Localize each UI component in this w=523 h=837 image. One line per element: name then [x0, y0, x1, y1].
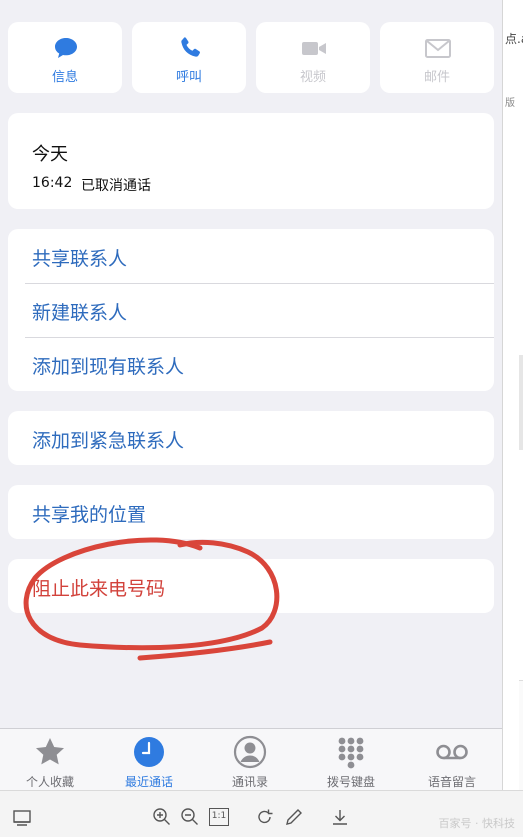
video-label: 视频: [299, 70, 326, 85]
keypad-icon: [338, 737, 364, 769]
tab-contacts-label: 通讯录: [231, 775, 268, 789]
side-text-1: 点.a: [505, 32, 523, 46]
zoom-in-icon[interactable]: [152, 807, 172, 827]
download-icon[interactable]: [330, 807, 350, 827]
side-thumbnail: [519, 355, 523, 450]
tab-recents-label: 最近通话: [124, 775, 173, 789]
share-my-location-button[interactable]: 共享我的位置: [32, 500, 146, 527]
tab-keypad-label: 拨号键盘: [326, 775, 375, 789]
sidebar-toggle-icon[interactable]: [12, 807, 32, 827]
add-emergency-contact-button[interactable]: 添加到紧急联系人: [32, 426, 184, 453]
side-footer: [519, 680, 523, 790]
video-camera-icon: [302, 42, 326, 55]
person-circle-icon: [233, 735, 267, 769]
divider: [25, 337, 494, 338]
tab-contacts[interactable]: 通讯录: [200, 729, 300, 790]
contact-options-card: 共享联系人 新建联系人 添加到现有联系人: [8, 229, 494, 391]
divider: [25, 283, 494, 284]
mail-button[interactable]: 邮件: [380, 22, 494, 93]
tab-voicemail[interactable]: 语音留言: [402, 729, 502, 790]
call-time: 16:42: [32, 175, 73, 191]
rotate-icon[interactable]: [255, 807, 275, 827]
tab-keypad[interactable]: 拨号键盘: [301, 729, 401, 790]
voicemail-icon: [436, 744, 468, 760]
message-label: 信息: [51, 70, 78, 85]
recent-call-card: 今天 16:42 已取消通话: [8, 113, 494, 209]
image-viewer-toolbar: 1:1 百家号 · 快科技: [0, 790, 523, 837]
zoom-out-icon[interactable]: [180, 807, 200, 827]
call-label: 呼叫: [175, 70, 202, 85]
video-button[interactable]: 视频: [256, 22, 370, 93]
tab-bar: 个人收藏 最近通话 通讯录 拨号键盘 语音留言: [0, 728, 502, 790]
mail-envelope-icon: [425, 39, 451, 58]
call-day: 今天: [32, 144, 68, 165]
block-card: 阻止此来电号码: [8, 559, 494, 613]
tab-favorites-label: 个人收藏: [25, 775, 74, 789]
star-icon: [36, 738, 64, 765]
call-button[interactable]: 呼叫: [132, 22, 246, 93]
share-contact-button[interactable]: 共享联系人: [32, 244, 127, 271]
mail-label: 邮件: [423, 70, 450, 85]
add-to-existing-contact-button[interactable]: 添加到现有联系人: [32, 352, 184, 379]
block-caller-button[interactable]: 阻止此来电号码: [32, 574, 165, 601]
new-contact-button[interactable]: 新建联系人: [32, 298, 127, 325]
contact-action-bar: 信息 呼叫 视频 邮件: [8, 22, 494, 93]
share-location-card: 共享我的位置: [8, 485, 494, 539]
actual-size-button[interactable]: 1:1: [209, 808, 229, 826]
tab-recents[interactable]: 最近通话: [99, 729, 199, 790]
watermark: 百家号 · 快科技: [438, 817, 516, 830]
side-panel: 点.a 版: [502, 0, 523, 790]
message-button[interactable]: 信息: [8, 22, 122, 93]
message-bubble-icon: [55, 38, 77, 58]
emergency-card: 添加到紧急联系人: [8, 411, 494, 465]
edit-pencil-icon[interactable]: [284, 807, 304, 827]
phone-screen: 信息 呼叫 视频 邮件 今天 16:42 已取消通话 共享联系人 新建联系人 添…: [0, 0, 502, 790]
tab-favorites[interactable]: 个人收藏: [0, 729, 100, 790]
call-status: 已取消通话: [81, 178, 151, 194]
phone-icon: [181, 37, 200, 57]
tab-voicemail-label: 语音留言: [427, 775, 476, 789]
side-text-2: 版: [505, 98, 515, 109]
clock-icon: [134, 737, 164, 767]
